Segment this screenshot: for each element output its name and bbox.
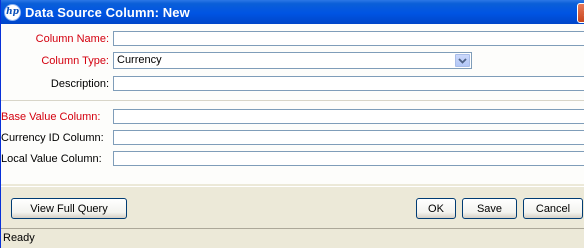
base-value-column-label: Base Value Column: (1, 111, 101, 123)
column-type-value: Currency (117, 54, 162, 66)
base-value-column-input[interactable] (113, 109, 584, 124)
local-value-column-label: Local Value Column: (1, 153, 102, 165)
status-bar: Ready (1, 228, 584, 248)
section-divider (1, 100, 584, 101)
status-text: Ready (3, 232, 35, 244)
dialog-window: hp Data Source Column: New ✕ Column Name… (0, 0, 584, 248)
save-button[interactable]: Save (462, 198, 517, 219)
currency-id-column-label: Currency ID Column: (1, 132, 104, 144)
column-form: Column Name: Column Type: Currency Descr… (1, 24, 584, 184)
ok-button[interactable]: OK (416, 198, 456, 219)
title-bar[interactable]: hp Data Source Column: New ✕ (1, 0, 584, 24)
cancel-button[interactable]: Cancel (523, 198, 583, 219)
currency-id-column-input[interactable] (113, 130, 584, 145)
column-type-label: Column Type: (41, 55, 109, 67)
column-name-input[interactable] (113, 31, 584, 46)
hp-logo-icon: hp (5, 4, 20, 20)
view-full-query-button[interactable]: View Full Query (11, 198, 127, 219)
description-input[interactable] (113, 76, 584, 91)
local-value-column-input[interactable] (113, 151, 584, 166)
close-icon[interactable]: ✕ (577, 3, 584, 23)
chevron-down-icon[interactable] (455, 54, 470, 67)
column-name-label: Column Name: (35, 33, 109, 45)
button-bar: View Full Query OK Save Cancel (1, 186, 584, 229)
window-title: Data Source Column: New (25, 4, 190, 20)
description-label: Description: (50, 78, 109, 90)
column-type-select[interactable]: Currency (113, 52, 472, 69)
